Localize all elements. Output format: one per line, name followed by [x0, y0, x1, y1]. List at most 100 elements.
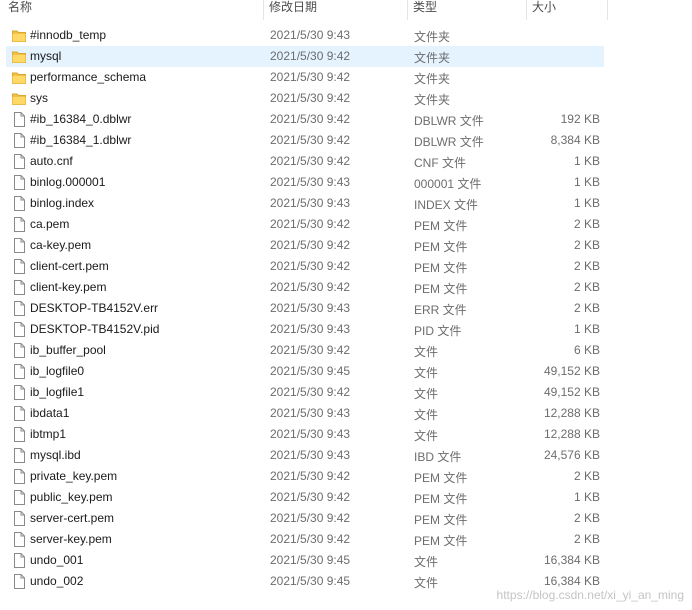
file-type: CNF 文件: [414, 156, 466, 170]
file-name: ibdata1: [30, 406, 70, 420]
file-icon: [12, 196, 26, 211]
file-icon: [12, 406, 26, 421]
file-row[interactable]: ibtmp1 2021/5/30 9:43 文件 12,288 KB: [6, 424, 604, 445]
file-name: #innodb_temp: [30, 28, 107, 42]
file-modified-date: 2021/5/30 9:42: [270, 511, 351, 525]
file-name: binlog.index: [30, 196, 95, 210]
file-row[interactable]: client-cert.pem 2021/5/30 9:42 PEM 文件 2 KB: [6, 256, 604, 277]
file-modified-date: 2021/5/30 9:42: [270, 112, 351, 126]
file-modified-date: 2021/5/30 9:43: [270, 196, 351, 210]
column-header-modified[interactable]: 修改日期: [266, 0, 407, 20]
file-row[interactable]: binlog.000001 2021/5/30 9:43 000001 文件 1 KB: [6, 172, 604, 193]
file-row[interactable]: private_key.pem 2021/5/30 9:42 PEM 文件 2 KB: [6, 466, 604, 487]
file-row[interactable]: DESKTOP-TB4152V.pid 2021/5/30 9:43 PID 文件 1…: [6, 319, 604, 340]
file-type: DBLWR 文件: [414, 135, 484, 149]
file-type: 文件: [414, 366, 439, 380]
file-row[interactable]: #innodb_temp 2021/5/30 9:43 文件夹: [6, 25, 604, 46]
file-name: mysql: [30, 49, 62, 63]
column-divider[interactable]: [263, 0, 264, 20]
file-row[interactable]: ib_logfile1 2021/5/30 9:42 文件 49,152 KB: [6, 382, 604, 403]
file-name: server-key.pem: [30, 532, 112, 546]
file-modified-date: 2021/5/30 9:42: [270, 280, 351, 294]
file-modified-date: 2021/5/30 9:42: [270, 490, 351, 504]
file-row[interactable]: auto.cnf 2021/5/30 9:42 CNF 文件 1 KB: [6, 151, 604, 172]
file-type: 文件夹: [414, 72, 451, 86]
file-size: 2 KB: [573, 280, 600, 294]
file-icon: [12, 175, 26, 190]
file-name: #ib_16384_1.dblwr: [30, 133, 132, 147]
column-divider[interactable]: [607, 0, 608, 20]
file-modified-date: 2021/5/30 9:43: [270, 448, 351, 462]
file-row[interactable]: performance_schema 2021/5/30 9:42 文件夹: [6, 67, 604, 88]
file-type: PEM 文件: [414, 219, 468, 233]
file-size: 6 KB: [573, 343, 600, 357]
file-name: ca.pem: [30, 217, 70, 231]
file-size: 49,152 KB: [543, 385, 600, 399]
file-modified-date: 2021/5/30 9:42: [270, 217, 351, 231]
file-size: 16,384 KB: [543, 553, 600, 567]
watermark: https://blog.csdn.net/xi_yi_an_ming: [496, 588, 684, 602]
file-type: PEM 文件: [414, 282, 468, 296]
file-icon: [12, 301, 26, 316]
file-type: INDEX 文件: [414, 198, 479, 212]
file-size: 2 KB: [573, 532, 600, 546]
file-icon: [12, 385, 26, 400]
file-type: PEM 文件: [414, 240, 468, 254]
file-type: 文件夹: [414, 93, 451, 107]
file-row[interactable]: mysql.ibd 2021/5/30 9:43 IBD 文件 24,576 KB: [6, 445, 604, 466]
file-type: 文件: [414, 576, 439, 590]
file-name: ib_logfile1: [30, 385, 85, 399]
file-row[interactable]: client-key.pem 2021/5/30 9:42 PEM 文件 2 KB: [6, 277, 604, 298]
file-name: ib_buffer_pool: [30, 343, 106, 357]
file-type: PEM 文件: [414, 492, 468, 506]
file-row[interactable]: server-key.pem 2021/5/30 9:42 PEM 文件 2 KB: [6, 529, 604, 550]
column-divider[interactable]: [526, 0, 527, 20]
column-divider[interactable]: [407, 0, 408, 20]
file-icon: [12, 448, 26, 463]
file-type: 000001 文件: [414, 177, 482, 191]
file-modified-date: 2021/5/30 9:43: [270, 427, 351, 441]
file-row[interactable]: public_key.pem 2021/5/30 9:42 PEM 文件 1 KB: [6, 487, 604, 508]
file-row[interactable]: undo_001 2021/5/30 9:45 文件 16,384 KB: [6, 550, 604, 571]
file-modified-date: 2021/5/30 9:45: [270, 364, 351, 378]
file-icon: [12, 343, 26, 358]
column-header-size[interactable]: 大小: [529, 0, 607, 20]
file-row[interactable]: ib_buffer_pool 2021/5/30 9:42 文件 6 KB: [6, 340, 604, 361]
file-type: 文件: [414, 429, 439, 443]
file-size: 16,384 KB: [543, 574, 600, 588]
folder-icon: [12, 49, 26, 64]
file-row[interactable]: #ib_16384_1.dblwr 2021/5/30 9:42 DBLWR 文件 8…: [6, 130, 604, 151]
file-icon: [12, 469, 26, 484]
file-row[interactable]: ib_logfile0 2021/5/30 9:45 文件 49,152 KB: [6, 361, 604, 382]
file-row[interactable]: sys 2021/5/30 9:42 文件夹: [6, 88, 604, 109]
file-row[interactable]: binlog.index 2021/5/30 9:43 INDEX 文件 1 KB: [6, 193, 604, 214]
file-row[interactable]: mysql 2021/5/30 9:42 文件夹: [6, 46, 604, 67]
file-icon: [12, 427, 26, 442]
file-name: DESKTOP-TB4152V.err: [30, 301, 159, 315]
file-type: 文件夹: [414, 30, 451, 44]
file-row[interactable]: DESKTOP-TB4152V.err 2021/5/30 9:43 ERR 文件 2…: [6, 298, 604, 319]
file-row[interactable]: #ib_16384_0.dblwr 2021/5/30 9:42 DBLWR 文件 1…: [6, 109, 604, 130]
file-type: PID 文件: [414, 324, 462, 338]
column-header-name[interactable]: 名称: [5, 0, 263, 20]
column-header-type[interactable]: 类型: [410, 0, 526, 20]
file-name: #ib_16384_0.dblwr: [30, 112, 132, 126]
file-row[interactable]: ibdata1 2021/5/30 9:43 文件 12,288 KB: [6, 403, 604, 424]
file-size: 2 KB: [573, 217, 600, 231]
file-row[interactable]: ca-key.pem 2021/5/30 9:42 PEM 文件 2 KB: [6, 235, 604, 256]
file-row[interactable]: ca.pem 2021/5/30 9:42 PEM 文件 2 KB: [6, 214, 604, 235]
file-icon: [12, 133, 26, 148]
file-modified-date: 2021/5/30 9:42: [270, 154, 351, 168]
file-size: 2 KB: [573, 511, 600, 525]
file-icon: [12, 280, 26, 295]
file-size: 12,288 KB: [543, 406, 600, 420]
file-name: DESKTOP-TB4152V.pid: [30, 322, 160, 336]
file-type: PEM 文件: [414, 471, 468, 485]
file-modified-date: 2021/5/30 9:42: [270, 91, 351, 105]
file-type: DBLWR 文件: [414, 114, 484, 128]
file-size: 1 KB: [573, 175, 600, 189]
file-modified-date: 2021/5/30 9:43: [270, 28, 351, 42]
file-name: sys: [30, 91, 48, 105]
file-row[interactable]: server-cert.pem 2021/5/30 9:42 PEM 文件 2 KB: [6, 508, 604, 529]
file-icon: [12, 112, 26, 127]
